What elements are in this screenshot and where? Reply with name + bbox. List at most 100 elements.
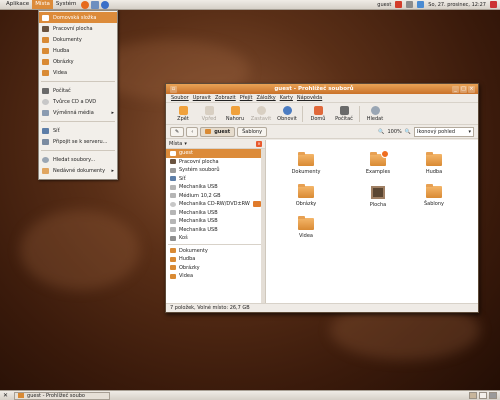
- file-item-videos[interactable]: Videa: [286, 216, 326, 239]
- stop-icon: [256, 105, 266, 115]
- icon-view[interactable]: Dokumenty Examples Hudba Obrázky Plocha …: [266, 140, 478, 304]
- zoom-control: 🔍 100% 🔍 Ikonový pohled: [378, 126, 474, 137]
- menu-bookmarks[interactable]: Záložky: [256, 95, 275, 101]
- menu-item-videos[interactable]: Videa: [39, 67, 117, 78]
- computer-icon: [42, 87, 49, 94]
- zoom-in-icon[interactable]: 🔍: [405, 129, 411, 135]
- folder-icon: [426, 152, 442, 166]
- workspace-1[interactable]: [469, 392, 477, 399]
- firefox-launcher-icon[interactable]: [81, 0, 90, 9]
- sidebar-item-usb-1[interactable]: Mechanika USB: [166, 183, 265, 192]
- menu-item-cd-burner[interactable]: Tvůrce CD a DVD: [39, 96, 117, 107]
- zoom-level[interactable]: 100%: [387, 129, 401, 135]
- path-button-templates[interactable]: Šablony: [237, 126, 268, 137]
- zoom-out-icon[interactable]: 🔍: [378, 129, 384, 135]
- sidebar-item-desktop[interactable]: Pracovní plocha: [166, 158, 265, 167]
- sidebar-item-usb-3[interactable]: Mechanika USB: [166, 217, 265, 226]
- usb-drive-icon: [170, 227, 176, 233]
- forward-button[interactable]: Vpřed: [196, 105, 222, 122]
- menu-tabs[interactable]: Karty: [280, 95, 293, 101]
- file-item-music[interactable]: Hudba: [414, 152, 454, 175]
- path-left-arrow-button[interactable]: ‹: [186, 126, 199, 137]
- menu-item-pictures[interactable]: Obrázky: [39, 56, 117, 67]
- menu-system[interactable]: Systém: [53, 0, 80, 9]
- menu-edit[interactable]: Upravit: [193, 95, 211, 101]
- menu-item-recent-documents[interactable]: Nedávné dokumenty ▸: [39, 165, 117, 176]
- location-bar: ✎ ‹ guest Šablony 🔍 100% 🔍 Ikonový pohle…: [166, 125, 478, 139]
- file-item-desktop[interactable]: Plocha: [358, 186, 398, 208]
- folder-icon: [18, 393, 25, 398]
- menu-item-removable-media[interactable]: Výměnná média ▸: [39, 107, 117, 118]
- logout-icon[interactable]: [395, 1, 403, 8]
- taskbar-item-file-browser[interactable]: guest - Prohlížeč soubo: [14, 391, 111, 400]
- sidebar-scrollbar[interactable]: [261, 149, 265, 304]
- email-launcher-icon[interactable]: [91, 0, 100, 9]
- back-button[interactable]: Zpět: [170, 105, 196, 122]
- eject-icon[interactable]: [253, 201, 261, 208]
- sidebar-item-network[interactable]: Síť: [166, 175, 265, 184]
- usb-drive-icon: [170, 210, 176, 216]
- show-desktop-icon[interactable]: ✕: [3, 392, 8, 399]
- close-icon[interactable]: ×: [256, 141, 262, 147]
- clock[interactable]: So, 27. prosinec, 12:27: [428, 2, 486, 8]
- menu-view[interactable]: Zobrazit: [215, 95, 236, 101]
- stop-button[interactable]: Zastavit: [248, 105, 274, 122]
- sidebar-item-filesystem[interactable]: Systém souborů: [166, 166, 265, 175]
- sidebar-item-usb-4[interactable]: Mechanika USB: [166, 226, 265, 235]
- sidebar-item-documents[interactable]: Dokumenty: [166, 247, 265, 256]
- menu-go[interactable]: Přejít: [240, 95, 253, 101]
- menu-separator: [41, 121, 115, 122]
- path-button-guest[interactable]: guest: [200, 126, 236, 137]
- desktop-icon: [371, 186, 385, 199]
- file-item-examples[interactable]: Examples: [358, 150, 398, 175]
- menu-item-home-folder[interactable]: Domovská složka: [39, 12, 117, 23]
- folder-icon: [170, 256, 176, 262]
- side-pane-title[interactable]: Místa: [169, 141, 182, 147]
- sidebar-item-videos[interactable]: Videa: [166, 272, 265, 281]
- view-mode-select[interactable]: Ikonový pohled: [414, 126, 474, 137]
- trash-applet-icon[interactable]: [489, 392, 497, 399]
- sidebar-item-trash[interactable]: Koš: [166, 234, 265, 243]
- network-status-icon[interactable]: [406, 1, 414, 8]
- file-item-templates[interactable]: Šablony: [414, 184, 454, 207]
- minimize-icon[interactable]: _: [452, 85, 459, 93]
- menu-help[interactable]: Nápověda: [297, 95, 322, 101]
- menu-item-computer[interactable]: Počítač: [39, 85, 117, 96]
- menu-item-search-files[interactable]: Hledat soubory...: [39, 154, 117, 165]
- menu-item-desktop[interactable]: Pracovní plocha: [39, 23, 117, 34]
- sidebar-item-cd-drive[interactable]: Mechanika CD-RW/DVD±RW: [166, 200, 265, 209]
- menu-item-connect-server[interactable]: Připojit se k serveru...: [39, 136, 117, 147]
- sidebar-item-usb-2[interactable]: Mechanika USB: [166, 209, 265, 218]
- file-item-pictures[interactable]: Obrázky: [286, 184, 326, 207]
- folder-icon: [170, 265, 176, 271]
- menu-applications[interactable]: Aplikace: [3, 0, 32, 9]
- sidebar-item-guest[interactable]: guest: [166, 149, 265, 158]
- sidebar-item-media[interactable]: Médium 10,2 GB: [166, 192, 265, 201]
- menu-item-music[interactable]: Hudba: [39, 45, 117, 56]
- submenu-arrow-icon: ▸: [111, 167, 114, 174]
- chevron-down-icon[interactable]: ▾: [184, 141, 187, 147]
- menu-places[interactable]: Místa: [32, 0, 53, 9]
- computer-button[interactable]: Počítač: [331, 105, 357, 122]
- maximize-icon[interactable]: □: [460, 85, 467, 93]
- close-icon[interactable]: ×: [468, 85, 475, 93]
- folder-icon: [42, 69, 49, 76]
- file-item-documents[interactable]: Dokumenty: [286, 152, 326, 175]
- workspace-2[interactable]: [479, 392, 487, 399]
- help-launcher-icon[interactable]: [101, 0, 110, 9]
- shutdown-icon[interactable]: [490, 1, 497, 8]
- home-button[interactable]: Domů: [305, 105, 331, 122]
- window-titlebar[interactable]: ▫ guest - Prohlížeč souborů _ □ ×: [166, 84, 478, 94]
- menu-item-documents[interactable]: Dokumenty: [39, 34, 117, 45]
- menu-item-network[interactable]: Síť: [39, 125, 117, 136]
- menu-file[interactable]: Soubor: [171, 95, 189, 101]
- sidebar-item-pictures[interactable]: Obrázky: [166, 264, 265, 273]
- update-notifier-icon[interactable]: [417, 1, 425, 8]
- reload-button[interactable]: Obnovit: [274, 105, 300, 122]
- side-pane-header[interactable]: Místa ▾ ×: [166, 140, 265, 149]
- search-button[interactable]: Hledat: [362, 105, 388, 122]
- location-toggle-button[interactable]: ✎: [170, 126, 185, 137]
- window-menu-icon[interactable]: ▫: [170, 85, 177, 93]
- up-button[interactable]: Nahoru: [222, 105, 248, 122]
- sidebar-item-music[interactable]: Hudba: [166, 255, 265, 264]
